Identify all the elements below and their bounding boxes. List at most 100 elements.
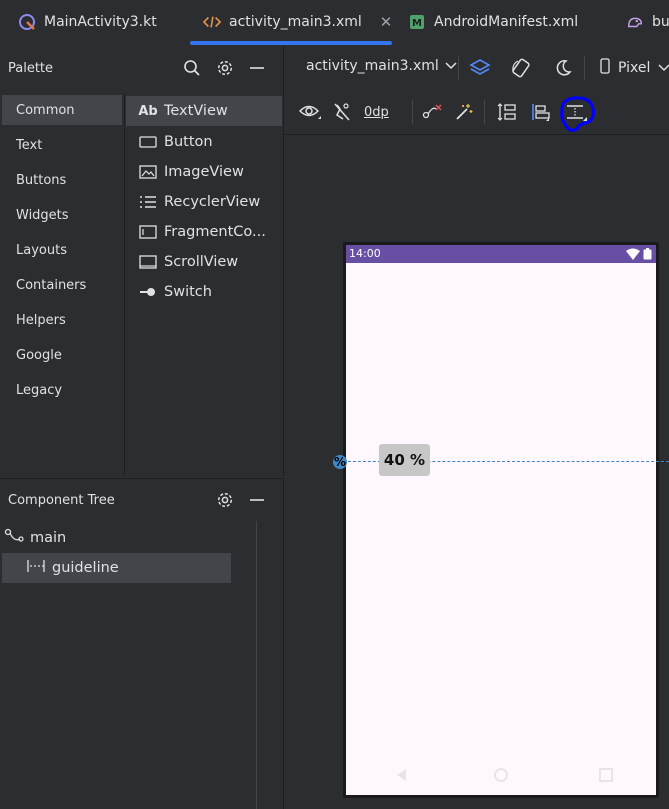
annotation-circle-icon bbox=[560, 96, 595, 132]
minimize-icon[interactable] bbox=[246, 489, 268, 511]
view-options-icon[interactable] bbox=[297, 100, 323, 124]
tab-mainactivity3[interactable]: MainActivity3.kt bbox=[18, 0, 157, 44]
toolbar-divider bbox=[584, 56, 585, 80]
align-icon[interactable] bbox=[527, 100, 553, 124]
palette-categories: Common Text Buttons Widgets Layouts Cont… bbox=[0, 94, 125, 476]
recyclerview-icon bbox=[138, 194, 158, 210]
imageview-icon bbox=[138, 164, 158, 180]
switch-icon bbox=[138, 284, 158, 300]
tab-label: MainActivity3.kt bbox=[44, 14, 157, 30]
status-time: 14:00 bbox=[349, 247, 381, 260]
gear-icon[interactable] bbox=[214, 489, 236, 511]
tree-item-guideline[interactable]: guideline bbox=[2, 553, 231, 583]
tab-activity-main3[interactable]: activity_main3.xml ✕ bbox=[203, 0, 392, 44]
orientation-icon[interactable] bbox=[509, 56, 533, 80]
palette-item-label: RecyclerView bbox=[164, 194, 261, 210]
guideline-icon bbox=[26, 559, 46, 577]
palette-item-textview[interactable]: Ab TextView bbox=[126, 96, 282, 126]
infer-constraints-icon[interactable] bbox=[452, 100, 476, 124]
battery-icon bbox=[643, 248, 652, 263]
textview-icon: Ab bbox=[138, 103, 158, 119]
search-icon[interactable] bbox=[181, 57, 203, 79]
editor-tab-bar: MainActivity3.kt activity_main3.xml ✕ M … bbox=[0, 0, 669, 47]
fragment-icon bbox=[138, 224, 158, 240]
palette-item-label: Button bbox=[164, 134, 213, 150]
pack-expand-icon[interactable] bbox=[494, 100, 520, 124]
design-toolbar-bottom: 0dp bbox=[284, 90, 669, 135]
xml-file-icon bbox=[203, 13, 221, 31]
palette-item-label: TextView bbox=[164, 103, 228, 119]
status-bar: 14:00 bbox=[346, 245, 656, 263]
category-helpers[interactable]: Helpers bbox=[2, 305, 122, 335]
palette-item-recyclerview[interactable]: RecyclerView bbox=[126, 187, 282, 217]
guideline-handle-symbol: % bbox=[333, 455, 347, 469]
palette-item-label: FragmentCo... bbox=[164, 224, 266, 240]
palette-panel: Palette Common Text Buttons Widgets Layo… bbox=[0, 46, 284, 476]
design-toolbar-top: activity_main3.xml Pixel bbox=[284, 46, 669, 90]
tab-build-gradle[interactable]: bu bbox=[626, 0, 669, 44]
category-common[interactable]: Common bbox=[2, 95, 122, 125]
chevron-down-icon bbox=[445, 58, 457, 74]
constraint-layout-icon bbox=[4, 528, 24, 548]
palette-item-scrollview[interactable]: ScrollView bbox=[126, 247, 282, 277]
palette-item-label: Switch bbox=[164, 284, 212, 300]
tree-item-label: main bbox=[30, 530, 67, 546]
toolbar-divider bbox=[412, 100, 413, 124]
palette-item-label: ImageView bbox=[164, 164, 244, 180]
button-icon bbox=[138, 134, 158, 150]
layout-file-dropdown[interactable]: activity_main3.xml bbox=[306, 58, 457, 74]
category-google[interactable]: Google bbox=[2, 340, 122, 370]
clear-constraints-icon[interactable] bbox=[420, 100, 444, 124]
tree-divider bbox=[256, 521, 257, 809]
guideline-percent-label: 40 % bbox=[383, 451, 426, 469]
nav-recents-icon bbox=[598, 767, 614, 783]
palette-item-fragmentcontainer[interactable]: FragmentCo... bbox=[126, 217, 282, 247]
tree-item-label: guideline bbox=[52, 560, 119, 576]
category-containers[interactable]: Containers bbox=[2, 270, 122, 300]
nav-home-icon bbox=[493, 767, 509, 783]
nav-back-icon bbox=[394, 767, 410, 783]
kotlin-file-icon bbox=[18, 13, 36, 31]
default-margin-value: 0dp bbox=[364, 104, 389, 120]
default-margin-dropdown[interactable]: 0dp bbox=[364, 100, 389, 124]
tab-label: bu bbox=[652, 14, 669, 30]
layers-icon[interactable] bbox=[468, 56, 492, 80]
wifi-icon bbox=[626, 248, 640, 263]
tree-item-main[interactable]: main bbox=[2, 523, 233, 553]
tab-label: AndroidManifest.xml bbox=[434, 14, 579, 30]
device-screen[interactable]: 14:00 bbox=[346, 245, 656, 795]
manifest-file-icon: M bbox=[408, 13, 426, 31]
guidelines-menu-button[interactable] bbox=[555, 93, 599, 133]
svg-text:M: M bbox=[412, 18, 422, 29]
toolbar-divider bbox=[458, 56, 459, 80]
autoconnect-off-icon[interactable] bbox=[329, 100, 355, 124]
gear-icon[interactable] bbox=[214, 57, 236, 79]
component-tree-panel: Component Tree main guideline bbox=[0, 478, 284, 809]
category-text[interactable]: Text bbox=[2, 130, 122, 160]
component-tree-title: Component Tree bbox=[8, 493, 115, 508]
night-mode-icon[interactable] bbox=[551, 56, 575, 80]
palette-title: Palette bbox=[8, 61, 54, 76]
guideline-percent-handle[interactable]: % bbox=[333, 455, 347, 469]
scrollview-icon bbox=[138, 254, 158, 270]
chevron-down-icon bbox=[658, 60, 669, 76]
gradle-file-icon bbox=[626, 13, 644, 31]
category-legacy[interactable]: Legacy bbox=[2, 375, 122, 405]
category-widgets[interactable]: Widgets bbox=[2, 200, 122, 230]
minimize-icon[interactable] bbox=[246, 57, 268, 79]
category-layouts[interactable]: Layouts bbox=[2, 235, 122, 265]
active-tab-indicator bbox=[190, 41, 392, 45]
device-dropdown[interactable]: Pixel bbox=[600, 58, 669, 78]
layout-file-label: activity_main3.xml bbox=[306, 58, 439, 74]
palette-item-switch[interactable]: Switch bbox=[126, 277, 282, 307]
device-frame: 14:00 bbox=[343, 242, 659, 798]
category-buttons[interactable]: Buttons bbox=[2, 165, 122, 195]
device-label: Pixel bbox=[618, 60, 651, 76]
close-tab-icon[interactable]: ✕ bbox=[380, 13, 393, 31]
palette-item-imageview[interactable]: ImageView bbox=[126, 157, 282, 187]
tab-androidmanifest[interactable]: M AndroidManifest.xml bbox=[408, 0, 578, 44]
palette-item-button[interactable]: Button bbox=[126, 127, 282, 157]
palette-item-label: ScrollView bbox=[164, 254, 239, 270]
tab-label: activity_main3.xml bbox=[229, 14, 362, 30]
toolbar-divider bbox=[484, 100, 485, 124]
